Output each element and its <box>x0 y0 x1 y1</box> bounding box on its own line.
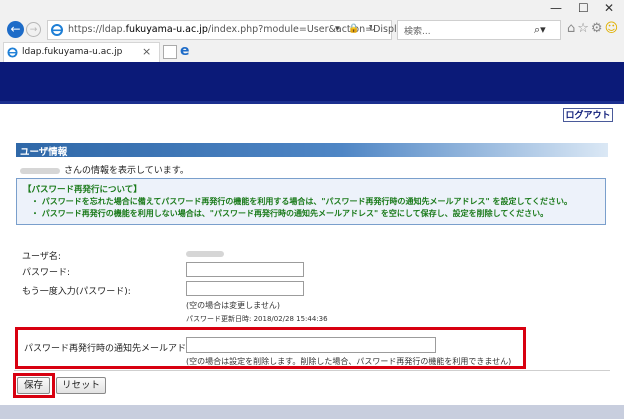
user-info-line: さんの情報を表示しています。 <box>20 163 189 176</box>
minimize-button[interactable]: — <box>550 1 562 15</box>
notice-line: ・ パスワード再発行の機能を利用しない場合は、"パスワード再発行時の通知先メール… <box>31 209 549 218</box>
password-updated-time: パスワード更新日時: 2018/02/28 15:44:36 <box>186 315 328 323</box>
ie-new-tab-logo-icon[interactable]: e <box>180 43 190 59</box>
window-controls: — ☐ ✕ <box>540 0 624 18</box>
browser-tab[interactable]: ldap.fukuyama-u.ac.jp × <box>3 42 160 62</box>
address-bar[interactable]: https://ldap.fukuyama-u.ac.jp/index.php?… <box>47 20 436 40</box>
tab-label: ldap.fukuyama-u.ac.jp <box>22 47 123 57</box>
password-confirm-field[interactable] <box>186 281 304 296</box>
tab-close-icon[interactable]: × <box>142 45 151 58</box>
password-field[interactable] <box>186 262 304 277</box>
address-bar-controls[interactable]: ▾ 🔒 ↻ <box>335 24 379 34</box>
gear-icon[interactable]: ⚙ <box>591 21 605 36</box>
banner-stripe <box>0 101 624 104</box>
favorites-star-icon[interactable]: ☆ <box>577 21 591 36</box>
home-icon[interactable]: ⌂ <box>567 21 577 36</box>
new-tab-icon[interactable] <box>163 45 177 59</box>
search-placeholder: 検索... <box>404 27 431 37</box>
password-reissue-notice: 【パスワード再発行について】 ・ パスワードを忘れた場合に備えてパスワード再発行… <box>16 178 606 225</box>
password-label: パスワード: <box>22 268 71 278</box>
email-field[interactable] <box>186 337 436 353</box>
save-button[interactable]: 保存 <box>17 377 50 394</box>
ie-logo-icon <box>51 24 63 36</box>
site-banner <box>0 62 624 101</box>
email-label: パスワード再発行時の通知先メールアドレス: <box>24 344 208 354</box>
page-footer <box>0 405 624 419</box>
reset-button[interactable]: リセット <box>56 377 106 394</box>
back-arrow-icon[interactable]: ← <box>7 21 24 38</box>
divider <box>14 370 610 371</box>
logout-button[interactable]: ログアウト <box>563 108 613 122</box>
browser-toolbar-icons: ⌂☆⚙☺ <box>567 21 620 36</box>
email-note: (空の場合は設定を削除します。削除した場合、パスワード再発行の機能を利用できませ… <box>186 357 512 366</box>
url-text[interactable]: https://ldap.fukuyama-u.ac.jp/index.php?… <box>68 24 436 35</box>
redacted-username <box>20 167 60 174</box>
notice-line: ・ パスワードを忘れた場合に備えてパスワード再発行の機能を利用する場合は、"パス… <box>31 197 573 206</box>
browser-search-box[interactable]: 検索... ⌕▾ <box>397 20 561 40</box>
section-title: ユーザ情報 <box>20 147 68 158</box>
section-header: ユーザ情報 <box>16 143 608 158</box>
ie-tab-icon <box>7 47 18 58</box>
forward-arrow-icon[interactable]: → <box>26 22 41 37</box>
notice-title: 【パスワード再発行について】 <box>23 185 142 195</box>
feedback-smiley-icon[interactable]: ☺ <box>605 21 621 36</box>
password-note: (空の場合は変更しません) <box>186 301 281 310</box>
search-icon[interactable]: ⌕▾ <box>534 23 546 37</box>
username-label: ユーザ名: <box>22 252 61 262</box>
close-window-button[interactable]: ✕ <box>604 1 614 15</box>
password-confirm-label: もう一度入力(パスワード): <box>22 287 131 297</box>
redacted-username-value <box>186 251 224 257</box>
maximize-button[interactable]: ☐ <box>578 1 589 15</box>
